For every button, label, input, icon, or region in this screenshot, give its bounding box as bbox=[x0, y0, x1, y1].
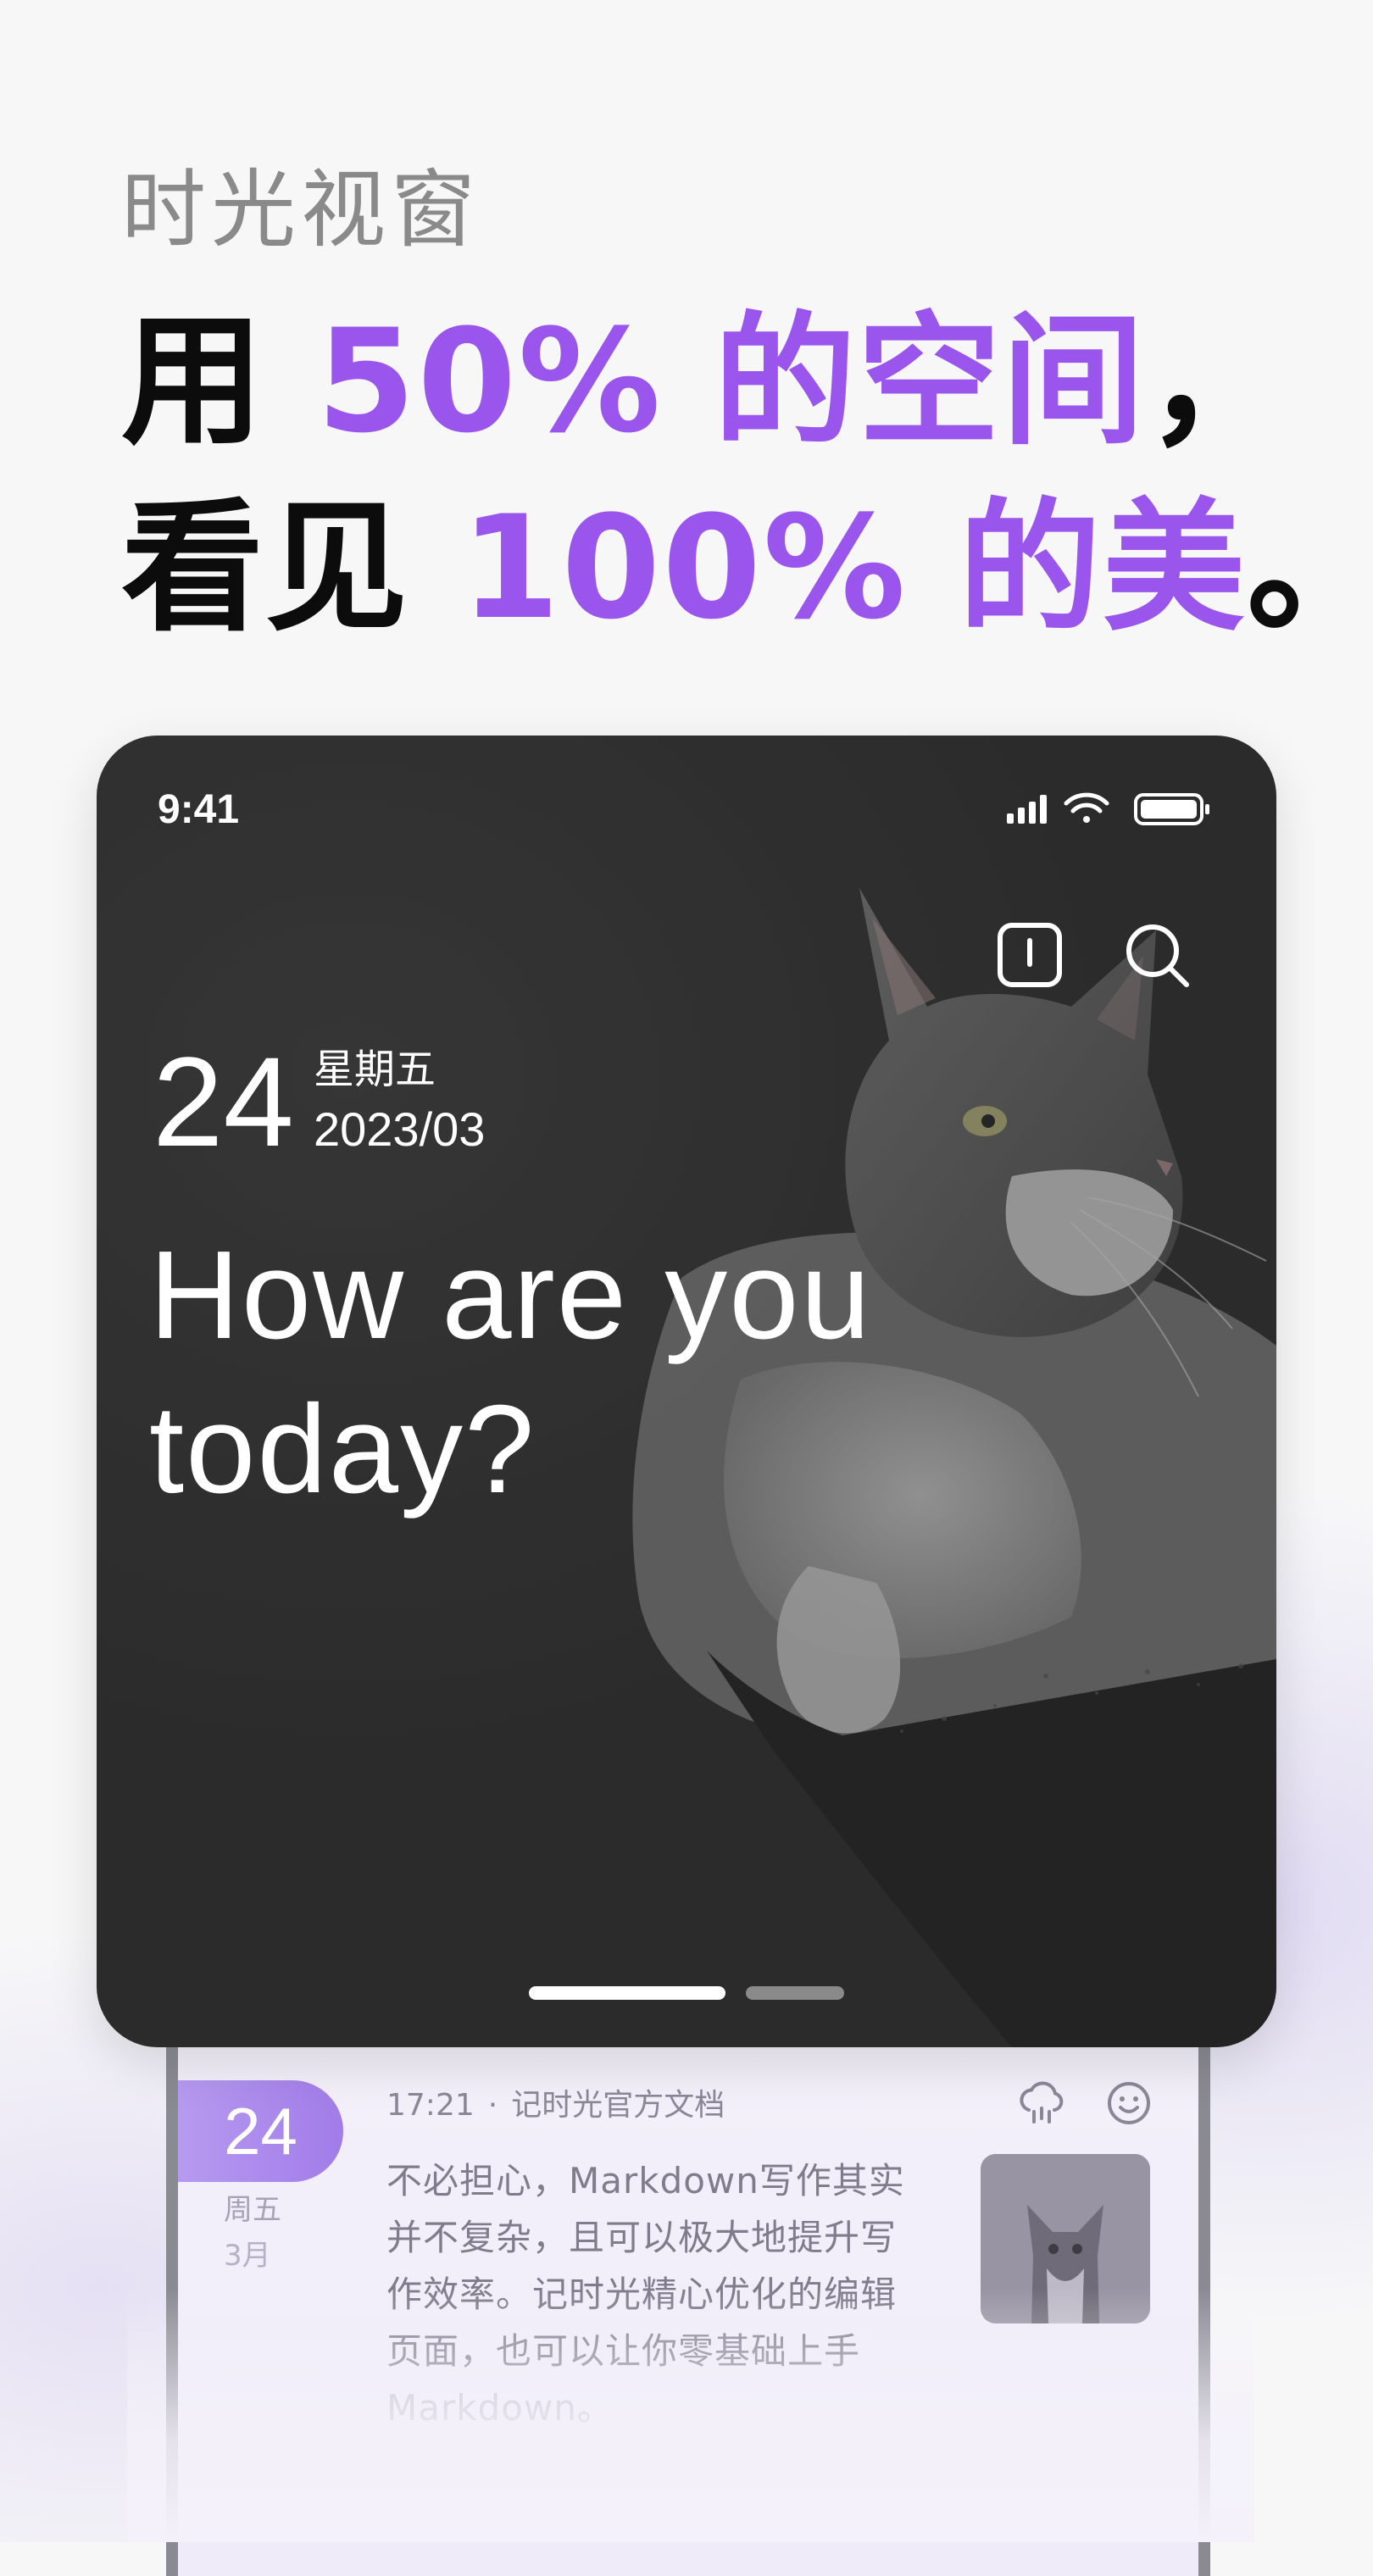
entry-meta: 17:21 · 记时光官方文档 bbox=[386, 2080, 725, 2131]
entry-separator: · bbox=[487, 2088, 498, 2123]
entry-line-5: Markdown。 bbox=[386, 2387, 614, 2429]
headline-1-accent: 50% 的空间 bbox=[316, 298, 1147, 464]
cover-year-month: 2023/03 bbox=[314, 1102, 486, 1156]
promo-headline-line-2: 看见 100% 的美。 bbox=[121, 483, 1373, 652]
entry-line-2: 并不复杂，且可以极大地提升写 bbox=[386, 2217, 898, 2258]
smile-icon[interactable] bbox=[1103, 2078, 1154, 2129]
headline-1-post: ， bbox=[1146, 298, 1291, 464]
cover-weekday: 星期五 bbox=[314, 1046, 436, 1093]
entry-line-1: 不必担心，Markdown写作其实 bbox=[386, 2160, 905, 2201]
entry-month: 3月 bbox=[224, 2239, 271, 2273]
headline-1-pre: 用 bbox=[121, 298, 317, 464]
entry-time: 17:21 bbox=[386, 2088, 475, 2123]
promo-subtitle: 时光视窗 bbox=[121, 160, 481, 259]
signal-icon bbox=[1007, 795, 1047, 824]
battery-icon bbox=[1134, 793, 1209, 825]
entry-source[interactable]: 记时光官方文档 bbox=[511, 2088, 725, 2123]
headline-2-accent: 100% 的美 bbox=[460, 485, 1247, 651]
headline-2-pre: 看见 bbox=[121, 485, 461, 651]
cloud-rain-icon[interactable] bbox=[1015, 2078, 1066, 2129]
headline-2-post: 。 bbox=[1247, 485, 1373, 651]
page-indicator-inactive[interactable] bbox=[746, 1986, 844, 2000]
page-indicator[interactable] bbox=[529, 1986, 868, 2000]
entry-weekday: 周五 bbox=[224, 2193, 281, 2227]
entry-day-pill: 24 bbox=[178, 2080, 343, 2182]
wifi-icon bbox=[1064, 792, 1109, 823]
greeting: How are you today? bbox=[149, 1219, 872, 1527]
promo-headline-line-1: 用 50% 的空间， bbox=[121, 297, 1290, 466]
cover-day: 24 bbox=[153, 1030, 294, 1173]
status-icons bbox=[1007, 792, 1209, 825]
notebook-icon[interactable] bbox=[992, 917, 1068, 993]
status-time: 9:41 bbox=[158, 787, 240, 832]
greeting-line-1: How are you bbox=[149, 1225, 872, 1365]
daily-cover-card[interactable]: 9:41 24 星期五 2023/03 How are you today? bbox=[97, 736, 1276, 2047]
cat-thumbnail[interactable] bbox=[981, 2154, 1150, 2323]
entry-line-3: 作效率。记时光精心优化的编辑 bbox=[386, 2273, 898, 2315]
page-indicator-active[interactable] bbox=[529, 1986, 725, 2000]
greeting-line-2: today? bbox=[149, 1380, 536, 1519]
entry-body[interactable]: 不必担心，Markdown写作其实 并不复杂，且可以极大地提升写 作效率。记时光… bbox=[386, 2152, 946, 2436]
search-icon[interactable] bbox=[1119, 917, 1195, 993]
entry-line-4: 页面，也可以让你零基础上手 bbox=[386, 2330, 861, 2372]
